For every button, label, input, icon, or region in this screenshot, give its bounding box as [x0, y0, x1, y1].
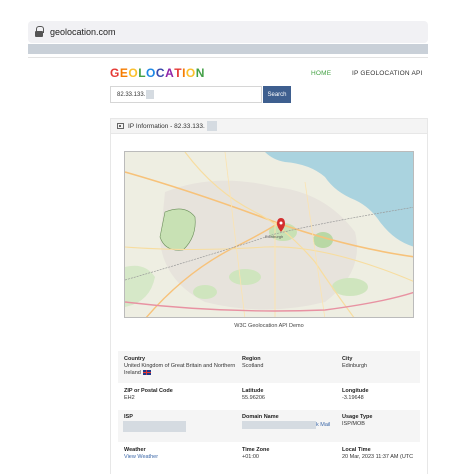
- map-park: [332, 278, 368, 296]
- country-cell: Country United Kingdom of Great Britain …: [124, 356, 242, 377]
- usage-type-cell: Usage Type ISP/MOB: [342, 414, 420, 428]
- redacted-domain-value: [242, 421, 316, 429]
- region-value: Scotland: [242, 363, 264, 369]
- time-zone-value: +01:00: [242, 454, 259, 460]
- details-row-location: Country United Kingdom of Great Britain …: [118, 351, 420, 383]
- search-button[interactable]: Search: [263, 86, 291, 103]
- usage-type-label: Usage Type: [342, 414, 373, 420]
- logo-letter: C: [155, 66, 166, 80]
- logo-letter: L: [138, 66, 147, 80]
- uk-flag-icon: [142, 370, 151, 376]
- location-map[interactable]: Edinburgh: [124, 151, 414, 318]
- country-value: United Kingdom of Great Britain and Nort…: [124, 363, 236, 376]
- city-value: Edinburgh: [342, 363, 368, 369]
- region-label: Region: [242, 356, 261, 362]
- zip-label: ZIP or Postal Code: [124, 388, 173, 394]
- address-bar[interactable]: geolocation.com: [28, 21, 428, 43]
- logo-letter: O: [128, 66, 139, 80]
- nav-ip-geolocation-api[interactable]: IP GEOLOCATION API: [352, 70, 423, 77]
- longitude-value: -3.19648: [342, 395, 364, 401]
- id-card-icon: [117, 123, 124, 129]
- logo-letter: N: [195, 66, 205, 80]
- details-row-network: ISP Domain Name k Mail Usage Type ISP/MO…: [118, 410, 420, 442]
- time-zone-cell: Time Zone +01:00: [242, 447, 332, 461]
- city-label: City: [342, 356, 353, 362]
- map-caption: W3C Geolocation API Demo: [234, 323, 304, 329]
- longitude-cell: Longitude -3.19648: [342, 388, 420, 402]
- header-divider: [28, 57, 428, 58]
- lock-icon: [34, 26, 44, 38]
- redacted-isp-value: [123, 421, 186, 432]
- map-canvas: Edinburgh: [125, 152, 413, 317]
- weather-label: Weather: [124, 447, 146, 453]
- city-cell: City Edinburgh: [342, 356, 420, 370]
- weather-cell: Weather View Weather: [124, 447, 242, 461]
- usage-type-value: ISP/MOB: [342, 421, 365, 427]
- region-cell: Region Scotland: [242, 356, 332, 370]
- ip-search-value: 82.33.133.: [117, 91, 146, 98]
- latitude-label: Latitude: [242, 388, 264, 394]
- url-text: geolocation.com: [50, 27, 116, 37]
- zip-cell: ZIP or Postal Code EH2: [124, 388, 242, 402]
- domain-cell: Domain Name: [242, 414, 332, 421]
- isp-label: ISP: [124, 414, 133, 420]
- local-time-value: 20 Mar, 2023 11:37 AM (UTC: [342, 454, 414, 460]
- time-zone-label: Time Zone: [242, 447, 270, 453]
- logo-letter: E: [119, 66, 129, 80]
- ip-info-title: IP Information - 82.33.133.: [128, 122, 205, 130]
- domain-partial: k Mail: [316, 422, 331, 428]
- site-logo[interactable]: GEOLOCATION: [110, 66, 205, 80]
- latitude-value: 55.96206: [242, 395, 265, 401]
- details-row-coordinates: ZIP or Postal Code EH2 Latitude 55.96206…: [118, 384, 420, 408]
- ip-search-input[interactable]: 82.33.133.: [110, 86, 262, 103]
- logo-letter: A: [165, 66, 175, 80]
- logo-letter: G: [110, 66, 120, 80]
- ip-info-panel-header: IP Information - 82.33.133.: [110, 118, 428, 134]
- details-row-time: Weather View Weather Time Zone +01:00 Lo…: [118, 444, 420, 474]
- redacted-ip-suffix: [146, 90, 155, 99]
- local-time-label: Local Time: [342, 447, 371, 453]
- logo-letter: O: [185, 66, 196, 80]
- country-label: Country: [124, 356, 146, 362]
- map-city-label: Edinburgh: [265, 234, 283, 239]
- logo-letter: T: [174, 66, 183, 80]
- redacted-ip-suffix: [206, 121, 217, 131]
- logo-letter: O: [146, 66, 156, 80]
- map-park: [229, 269, 261, 285]
- isp-cell: ISP: [124, 414, 242, 421]
- nav-home[interactable]: HOME: [311, 70, 331, 77]
- local-time-cell: Local Time 20 Mar, 2023 11:37 AM (UTC: [342, 447, 420, 461]
- latitude-cell: Latitude 55.96206: [242, 388, 332, 402]
- domain-label: Domain Name: [242, 414, 279, 420]
- map-park: [193, 285, 217, 299]
- view-weather-link[interactable]: View Weather: [124, 454, 242, 461]
- zip-value: EH2: [124, 395, 135, 401]
- redacted-banner: [28, 44, 428, 54]
- longitude-label: Longitude: [342, 388, 369, 394]
